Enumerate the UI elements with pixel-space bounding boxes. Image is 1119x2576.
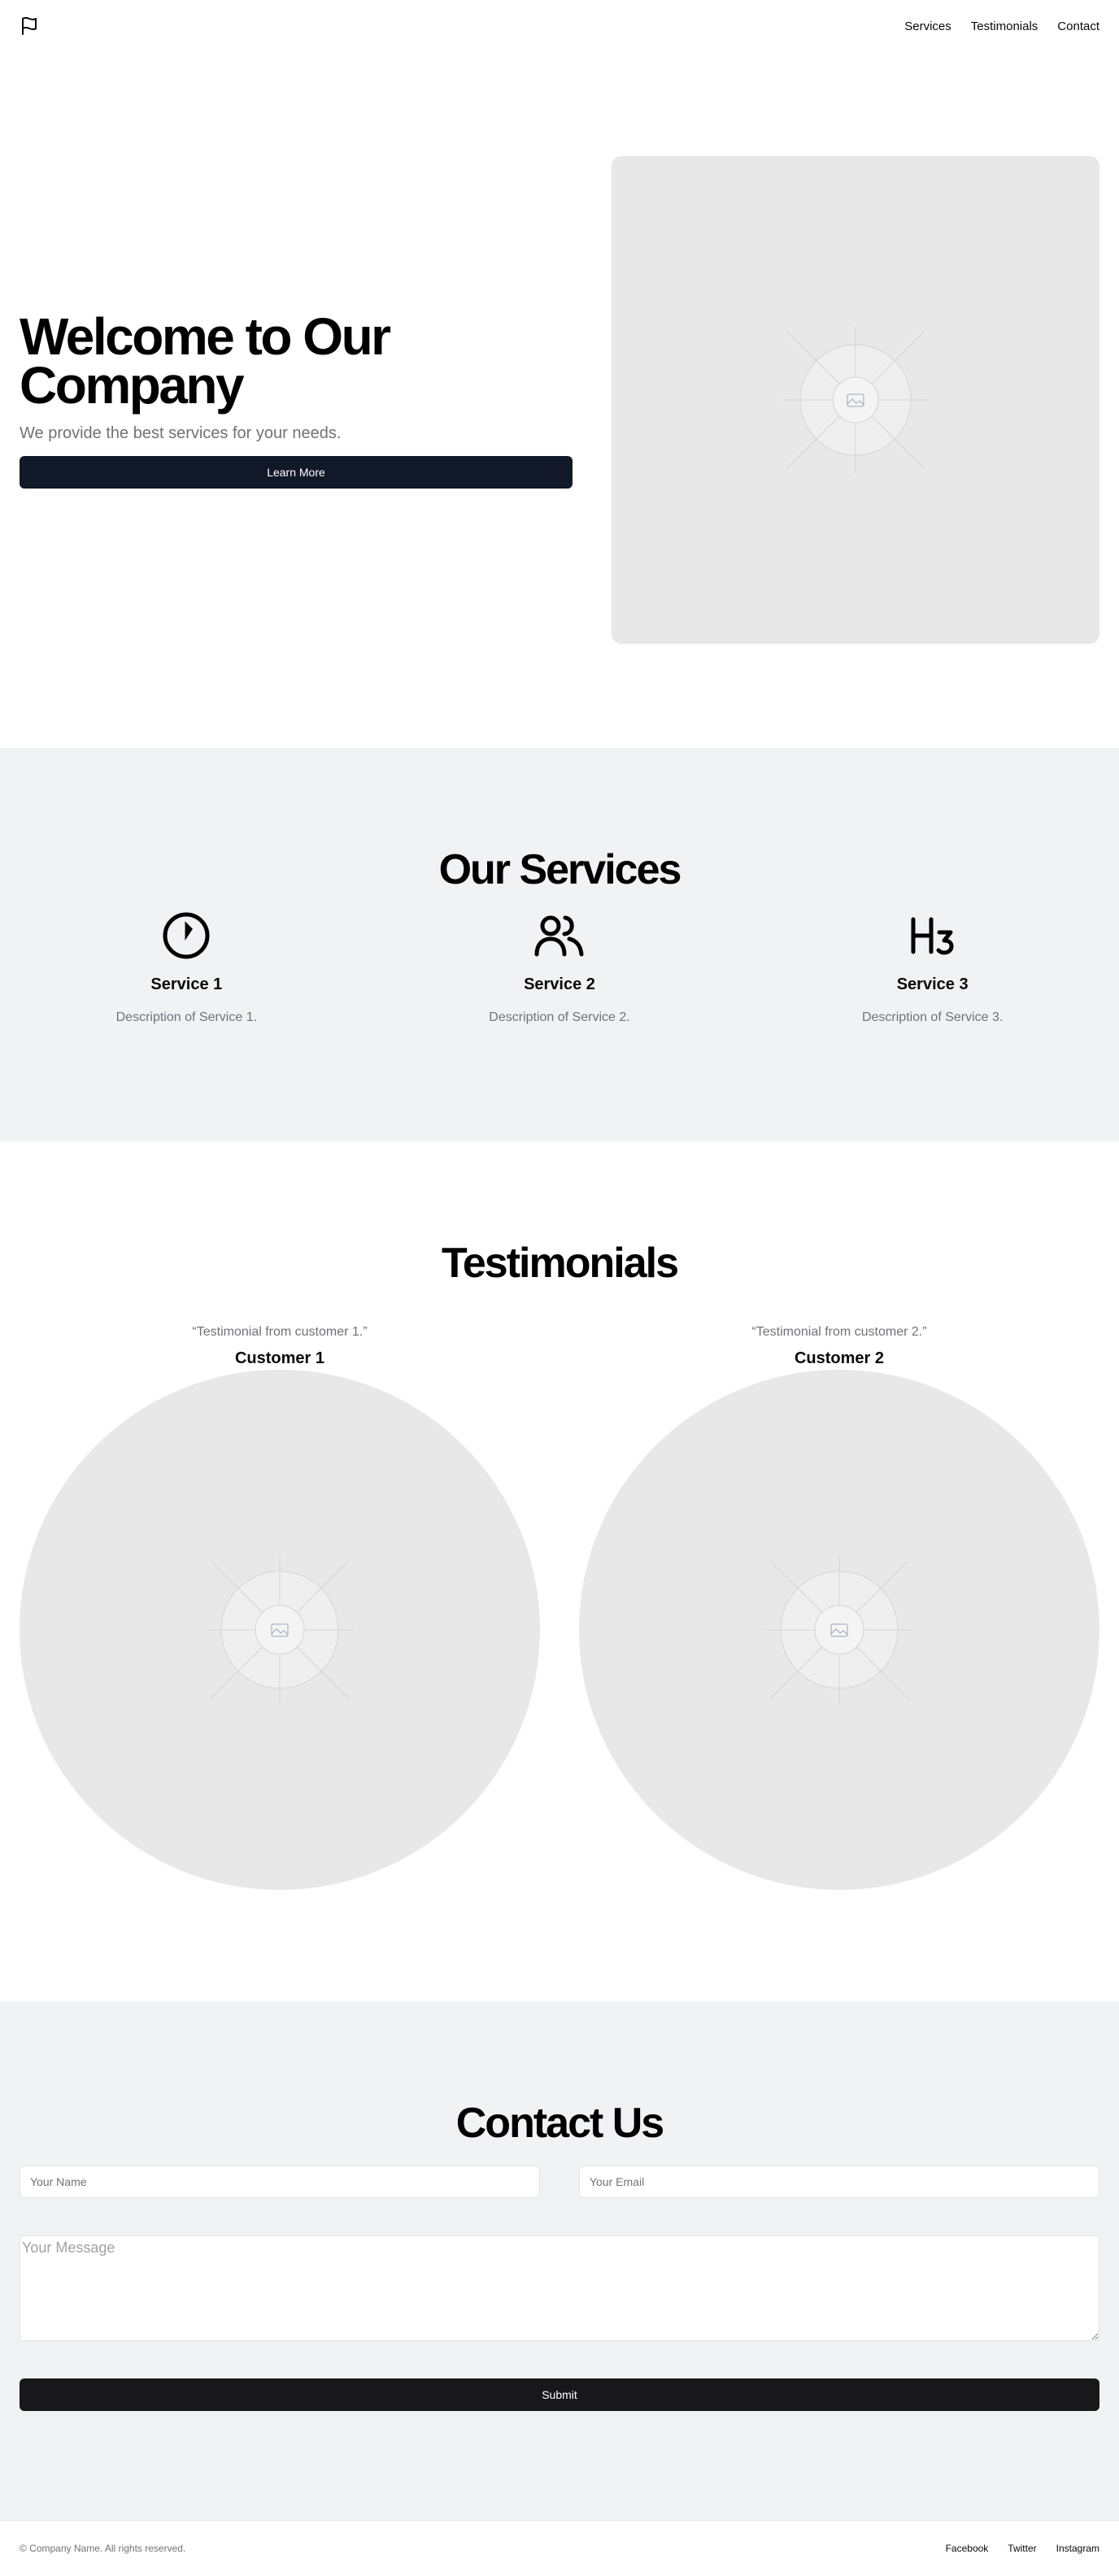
image-placeholder-icon	[782, 327, 929, 473]
message-field[interactable]	[20, 2235, 1099, 2341]
services-title: Our Services	[438, 846, 682, 893]
testimonial-customer-name: Customer 1	[234, 1349, 325, 1367]
logo-link[interactable]	[20, 16, 39, 36]
nav-link-contact[interactable]: Contact	[1057, 20, 1099, 33]
service-description: Description of Service 2.	[489, 1010, 630, 1024]
footer-link-instagram[interactable]: Instagram	[1056, 2543, 1099, 2554]
hero-title: Welcome to Our Company	[20, 306, 391, 415]
site-footer: © Company Name. All rights reserved. Fac…	[0, 2520, 1119, 2576]
service-card: Service 3 Description of Service 3.	[746, 910, 1119, 1025]
service-name: Service 3	[896, 975, 969, 993]
image-placeholder-icon	[207, 1557, 353, 1703]
services-section: Our Services Service 1 Description of Se…	[0, 748, 1119, 1141]
testimonial-card: “Testimonial from customer 1.” Customer …	[20, 1325, 540, 1890]
testimonial-quote: “Testimonial from customer 1.”	[192, 1325, 368, 1339]
heading-3-icon	[911, 917, 954, 955]
service-description: Description of Service 1.	[115, 1010, 258, 1024]
image-placeholder-icon	[766, 1557, 912, 1703]
contact-section: Contact Us Submit	[0, 2001, 1119, 2520]
learn-more-button[interactable]: Learn More	[20, 455, 573, 489]
customer-avatar	[20, 1370, 540, 1890]
testimonials-grid: “Testimonial from customer 1.” Customer …	[0, 1325, 1119, 1890]
main-nav: Services Testimonials Contact	[904, 20, 1099, 33]
email-field[interactable]	[579, 2165, 1099, 2198]
site-header: Services Testimonials Contact	[0, 0, 1119, 52]
testimonial-customer-name: Customer 2	[794, 1349, 885, 1367]
nav-link-services[interactable]: Services	[904, 20, 951, 33]
testimonials-title: Testimonials	[441, 1240, 679, 1287]
service-name: Service 1	[150, 975, 223, 993]
contact-form: Submit	[0, 2165, 1119, 2411]
testimonial-quote: “Testimonial from customer 2.”	[751, 1325, 927, 1339]
services-grid: Service 1 Description of Service 1. Serv…	[0, 910, 1119, 1025]
service-card: Service 1 Description of Service 1.	[0, 910, 373, 1025]
users-icon	[534, 915, 584, 957]
timer-icon	[163, 912, 210, 959]
testimonial-card: “Testimonial from customer 2.” Customer …	[579, 1325, 1099, 1890]
hero-image	[612, 156, 1099, 644]
footer-link-twitter[interactable]: Twitter	[1008, 2543, 1036, 2554]
hero-section: Welcome to Our Company We provide the be…	[0, 52, 1119, 748]
social-links: Facebook Twitter Instagram	[946, 2543, 1099, 2554]
customer-avatar	[579, 1370, 1099, 1890]
footer-link-facebook[interactable]: Facebook	[946, 2543, 989, 2554]
submit-button[interactable]: Submit	[20, 2378, 1099, 2411]
flag-icon	[22, 17, 37, 35]
testimonials-section: Testimonials “Testimonial from customer …	[0, 1141, 1119, 2001]
copyright-text: © Company Name. All rights reserved.	[20, 2543, 186, 2554]
hero-subtitle: We provide the best services for your ne…	[20, 424, 342, 442]
service-description: Description of Service 3.	[861, 1010, 1004, 1024]
contact-title: Contact Us	[455, 2100, 664, 2147]
hero-content: Welcome to Our Company We provide the be…	[20, 306, 573, 489]
service-card: Service 2 Description of Service 2.	[373, 910, 747, 1025]
name-field[interactable]	[20, 2165, 540, 2198]
nav-link-testimonials[interactable]: Testimonials	[971, 20, 1038, 33]
service-name: Service 2	[524, 975, 595, 993]
